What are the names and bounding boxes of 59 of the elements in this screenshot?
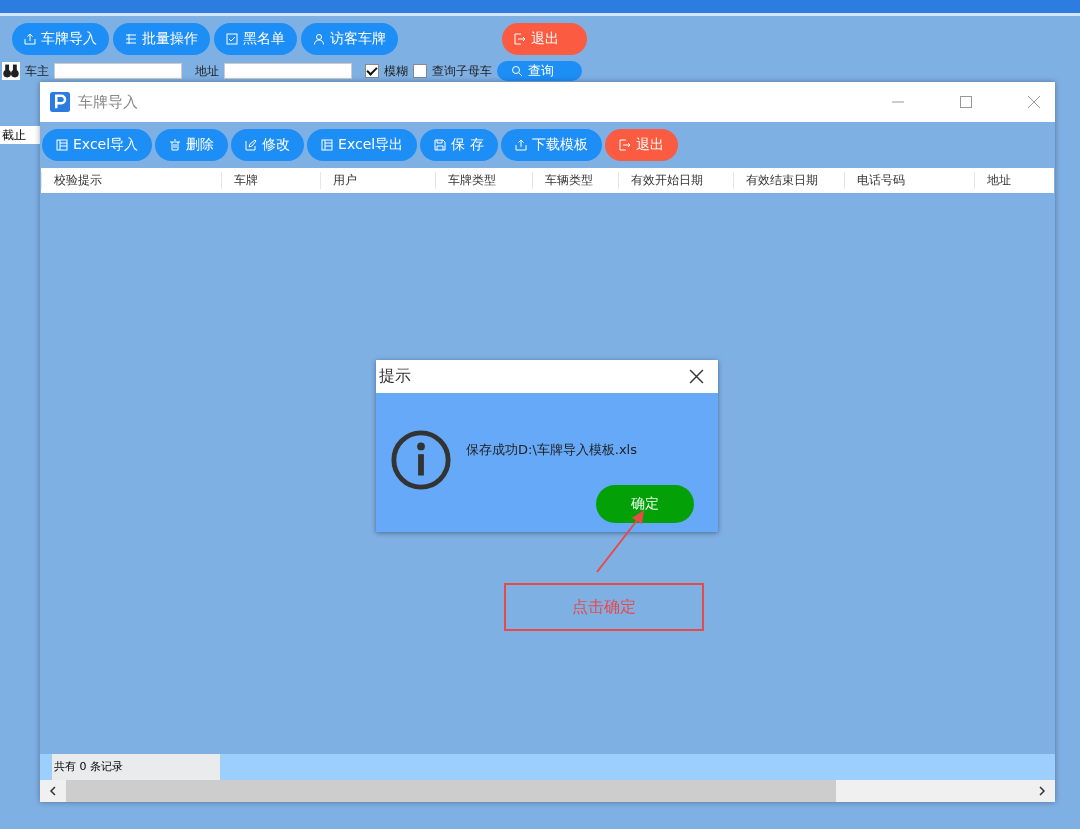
address-label: 地址 [195,62,219,80]
toolbar-button[interactable]: 车牌导入 [12,23,109,55]
dialog-title: 提示 [379,366,411,387]
delete-icon [169,139,182,151]
column-header[interactable]: 车牌类型 [435,172,532,189]
import-icon [24,33,36,45]
toolbar-button[interactable]: 访客车牌 [301,23,398,55]
column-header[interactable]: 用户 [320,172,436,189]
person-icon [313,33,325,45]
excel-icon [321,139,334,151]
save-icon [434,139,447,151]
excel-icon [56,139,68,151]
ok-button[interactable]: 确定 [596,485,694,523]
toolbar-button[interactable]: 删除 [155,129,229,161]
owner-label: 车主 [25,62,49,80]
search-icon [511,65,523,77]
info-icon [390,429,452,491]
query-button[interactable]: 查询 [497,61,582,81]
toolbar-button[interactable]: 修改 [231,129,305,161]
maximize-icon[interactable] [959,95,973,109]
date-label: 截止 [1,128,26,142]
column-header[interactable]: 车辆类型 [532,172,618,189]
owner-field[interactable] [54,63,182,79]
toolbar-button[interactable]: 退出 [604,129,678,161]
fuzzy-checkbox[interactable] [365,64,379,78]
parking-logo-icon [50,92,70,112]
import-icon [514,139,527,151]
window-title: 车牌导入 [78,92,138,112]
column-header[interactable]: 车牌 [220,172,321,189]
close-icon[interactable] [689,369,704,384]
sub-car-label: 查询子母车 [432,62,492,80]
column-header[interactable]: 有效结束日期 [732,172,845,189]
record-count: 共有 0 条记录 [52,754,220,780]
toolbar-button[interactable]: 黑名单 [214,23,297,55]
sub-car-checkbox[interactable] [413,64,427,78]
column-header[interactable]: 校验提示 [41,172,221,189]
toolbar-button[interactable]: 下载模板 [500,129,602,161]
edit-icon [245,139,258,151]
fuzzy-label: 模糊 [384,62,408,80]
scroll-right-icon[interactable] [1037,786,1047,796]
toolbar-button[interactable]: Excel导入 [42,129,153,161]
scroll-left-icon[interactable] [48,786,58,796]
binoculars-icon [2,62,20,80]
exit-icon [618,139,631,151]
column-header[interactable]: 有效开始日期 [617,172,733,189]
toolbar-button[interactable]: Excel导出 [307,129,418,161]
dialog-message: 保存成功D:\车牌导入模板.xls [466,441,637,459]
column-header[interactable]: 地址 [974,172,1054,189]
horizontal-scrollbar[interactable] [40,780,1055,802]
toolbar-button[interactable]: 批量操作 [113,23,210,55]
annotation-callout: 点击确定 [504,583,704,631]
toolbar-button[interactable]: 保 存 [420,129,498,161]
toolbar-button[interactable]: 退出 [502,23,587,55]
exit-icon [514,33,526,45]
column-header[interactable]: 电话号码 [844,172,975,189]
address-field[interactable] [224,63,352,79]
batch-icon [125,33,137,45]
scrollbar-thumb[interactable] [66,780,836,802]
check-icon [226,33,238,45]
